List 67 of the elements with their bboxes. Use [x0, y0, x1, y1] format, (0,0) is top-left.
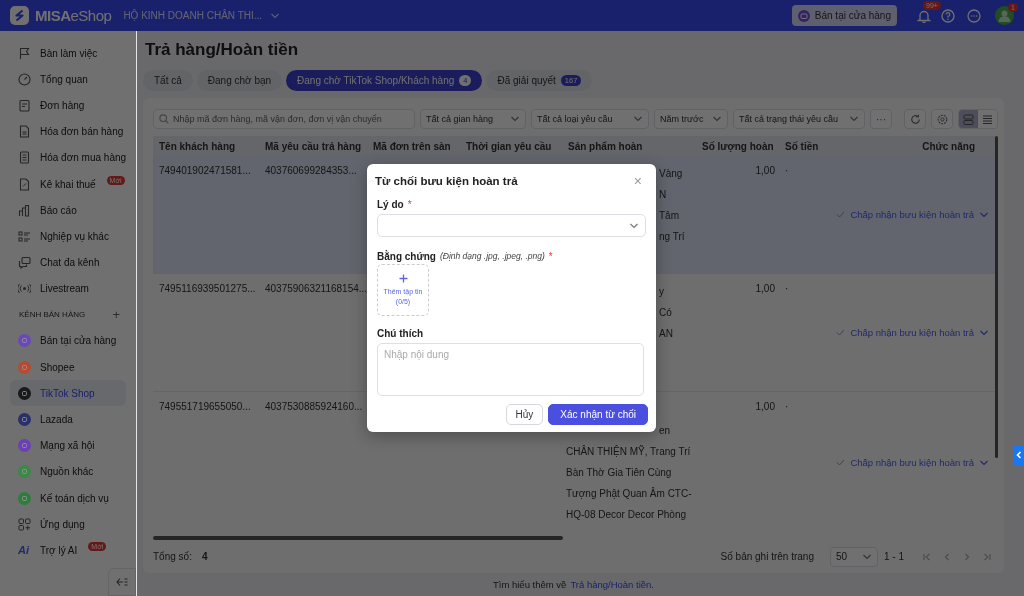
- product-name-text: Vàng: [659, 167, 684, 181]
- sidebar-item-label: Bàn làm việc: [40, 47, 98, 59]
- product-name-text: Có: [659, 306, 673, 320]
- sidebar-item-label: TikTok Shop: [40, 387, 95, 399]
- column-header: Mã yêu cầu trả hàng: [264, 140, 363, 152]
- sidebar-item-label: Chat đa kênh: [40, 257, 100, 269]
- dialog-title: Từ chối bưu kiện hoàn trả: [375, 175, 518, 187]
- required-mark: *: [407, 198, 412, 210]
- table-cell-text: 7495116939501275...: [158, 282, 257, 296]
- column-header: Tên khách hàng: [158, 140, 237, 152]
- table-cell-text: 749551719655050...: [158, 400, 252, 414]
- column-header: Mã đơn trên sàn: [372, 140, 452, 152]
- sidebar-item-label: Bán tại cửa hàng: [40, 335, 117, 347]
- sidebar-item-label: Hóa đơn mua hàng: [40, 152, 127, 164]
- product-name-text: CHÂN THIỆN MỸ, Trang Trí: [566, 444, 692, 459]
- sidebar-item-label: Mạng xã hội: [40, 440, 95, 452]
- product-name-text: en: [659, 424, 672, 438]
- sidebar-item-label: Trợ lý AI: [40, 544, 78, 556]
- table-cell-text: 1,00: [754, 282, 776, 296]
- sidebar-item-label: Báo cáo: [40, 204, 77, 216]
- ai-logo: Ai: [18, 544, 31, 557]
- sidebar-item-label: Nghiệp vụ khác: [40, 230, 109, 242]
- page-title: Trả hàng/Hoàn tiền: [145, 40, 300, 61]
- product-name-text: Tượng Phật Quan Âm CTC-: [566, 486, 692, 501]
- table-cell-text: 749401902471581...: [158, 164, 252, 178]
- product-name-text: AN: [659, 327, 674, 341]
- table-cell-text: ·: [784, 164, 790, 178]
- section-label: KÊNH BÁN HÀNG: [19, 310, 86, 320]
- product-name-text: Tâm: [659, 209, 680, 223]
- product-name-text: N: [659, 188, 668, 202]
- format-hint: (Định dạng .jpg, .jpeg, .png): [439, 251, 545, 261]
- total-label: Tổng số:: [153, 551, 192, 562]
- required-mark: *: [548, 250, 553, 262]
- table-cell-text: 4037530885924160...: [264, 400, 364, 414]
- sidebar-item-label: Lazada: [40, 414, 73, 426]
- column-header: Chức năng: [921, 140, 976, 152]
- table-cell-text: ·: [784, 400, 790, 414]
- sidebar-item-label: Livestream: [40, 283, 89, 295]
- column-header: Thời gian yêu cầu: [465, 140, 553, 152]
- sidebar-item-label: Kê khai thuế: [40, 178, 96, 190]
- page-range: 1 - 1: [884, 551, 904, 562]
- total-count: 4: [201, 551, 208, 562]
- sidebar-item-label: Kế toán dịch vụ: [40, 492, 109, 504]
- field-label: Chú thích: [377, 327, 424, 339]
- sidebar-item-label: Đơn hàng: [40, 99, 85, 111]
- sidebar-item-label: Nguồn khác: [40, 466, 94, 478]
- sidebar-item-label: Tổng quan: [40, 73, 88, 85]
- sidebar-item-label: Shopee: [40, 361, 75, 373]
- column-header: Số lượng hoàn: [701, 140, 775, 152]
- product-name-text: Bàn Thờ Gia Tiên Cùng: [566, 466, 673, 480]
- field-label: Bằng chứng: [377, 250, 436, 262]
- product-name-text: ng Trí: [659, 230, 686, 244]
- table-cell-text: 403760699284353...: [264, 164, 358, 178]
- product-name-text: HQ-08 Decor Decor Phòng: [566, 508, 688, 522]
- sidebar-item-label: Ứng dụng: [40, 518, 85, 530]
- page-size-label: Số bản ghi trên trang: [720, 551, 814, 562]
- table-cell-text: 40375906321168154...: [264, 282, 367, 296]
- table-cell-text: ·: [784, 282, 790, 296]
- help-text: Tìm hiểu thêm về: [493, 579, 567, 590]
- product-name-text: y: [659, 285, 665, 299]
- table-cell-text: 1,00: [754, 400, 776, 414]
- brand-name: MISAeShop: [35, 7, 112, 24]
- sidebar-item-label: Hóa đơn bán hàng: [40, 126, 124, 138]
- column-header: Số tiền: [784, 140, 820, 152]
- column-header: Sản phẩm hoàn: [567, 140, 644, 152]
- table-cell-text: 1,00: [754, 164, 776, 178]
- field-label: Lý do: [377, 198, 404, 210]
